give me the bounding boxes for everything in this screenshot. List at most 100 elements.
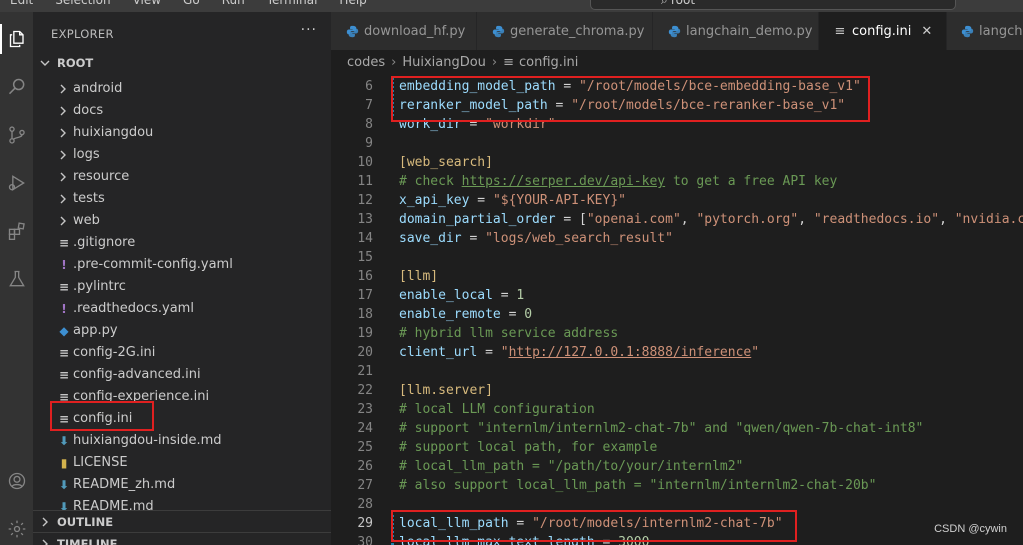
settings-file-icon: ≡: [58, 346, 70, 360]
menu-item-go[interactable]: Go: [183, 0, 200, 7]
tree-item-label: config-advanced.ini: [73, 367, 201, 382]
line-number: 6: [365, 79, 373, 94]
code-line: 14 save_dir = "logs/web_search_result": [331, 231, 1023, 250]
file-item[interactable]: ⬇ README_zh.md: [33, 474, 331, 496]
breadcrumb-item-huixiangdou[interactable]: HuixiangDou: [402, 55, 486, 70]
code-line: 9: [331, 136, 1023, 155]
yaml-file-icon: !: [61, 302, 67, 316]
tree-item-label: huixiangdou-inside.md: [73, 433, 222, 448]
tree-item-label: docs: [73, 103, 104, 118]
source-control-icon[interactable]: [0, 120, 33, 150]
code-text: [llm]: [399, 269, 438, 284]
file-item[interactable]: ≡ config-2G.ini: [33, 342, 331, 364]
code-token: # support local path, for example: [399, 440, 658, 455]
code-token: enable_remote: [399, 307, 501, 322]
folder-item[interactable]: resource: [33, 166, 331, 188]
folder-item[interactable]: tests: [33, 188, 331, 210]
file-item[interactable]: ◆ app.py: [33, 320, 331, 342]
tab-langchain-demo-py[interactable]: langchain_demo.py: [653, 12, 819, 50]
folder-item[interactable]: docs: [33, 100, 331, 122]
folder-item[interactable]: web: [33, 210, 331, 232]
line-number: 16: [357, 269, 373, 284]
highlight-box-llm-path: [391, 510, 797, 542]
menu-item-selection[interactable]: Selection: [55, 0, 110, 7]
tab-generate-chroma-py[interactable]: generate_chroma.py: [477, 12, 653, 50]
outline-section-header[interactable]: OUTLINE: [33, 510, 331, 532]
breadcrumb-item-config[interactable]: config.ini: [519, 55, 578, 70]
tree-item-label: .pylintrc: [73, 279, 126, 294]
tab-label: download_hf.py: [364, 23, 466, 39]
extensions-icon[interactable]: [0, 216, 33, 246]
timeline-section-header[interactable]: TIMELINE: [33, 532, 331, 545]
code-line: 25 # support local path, for example: [331, 440, 1023, 459]
chevron-right-icon: ›: [491, 54, 498, 70]
tab-config-ini[interactable]: ≡ config.ini ✕: [819, 12, 947, 50]
code-text: # support local path, for example: [399, 440, 657, 455]
chevron-right-icon: ›: [391, 54, 397, 70]
code-text: # local_llm_path = "/path/to/your/intern…: [399, 459, 743, 474]
breadcrumb: codes › HuixiangDou › ≡ config.ini: [331, 50, 1023, 74]
file-item[interactable]: ! .pre-commit-config.yaml: [33, 254, 331, 276]
breadcrumb-item-codes[interactable]: codes: [347, 55, 385, 70]
file-item[interactable]: ! .readthedocs.yaml: [33, 298, 331, 320]
tab-download-hf-py[interactable]: download_hf.py: [331, 12, 477, 50]
file-item[interactable]: ⬇ huixiangdou-inside.md: [33, 430, 331, 452]
menu-bar: Edit Selection View Go Run Terminal Help: [10, 0, 367, 7]
search-icon: ⌕: [661, 0, 668, 7]
chevron-right-icon: [60, 150, 66, 160]
code-token: 1: [516, 288, 525, 303]
menu-item-help[interactable]: Help: [339, 0, 366, 7]
folder-item[interactable]: android: [33, 78, 331, 100]
folder-item[interactable]: huixiangdou: [33, 122, 331, 144]
folder-item[interactable]: logs: [33, 144, 331, 166]
menu-item-run[interactable]: Run: [222, 0, 245, 7]
markdown-file-icon: ⬇: [58, 478, 70, 492]
line-number: 13: [357, 212, 373, 227]
code-line: 15: [331, 250, 1023, 269]
settings-gear-icon[interactable]: [0, 514, 33, 544]
code-line: 21: [331, 364, 1023, 383]
tree-item-label: resource: [73, 169, 130, 184]
more-actions-icon[interactable]: ···: [301, 22, 317, 38]
tab-label: langchain_demo.py: [686, 23, 813, 39]
python-icon: [345, 24, 359, 38]
command-center[interactable]: ⌕ root: [590, 0, 956, 10]
search-icon[interactable]: [0, 72, 33, 102]
file-item[interactable]: ≡ config-advanced.ini: [33, 364, 331, 386]
root-folder-header[interactable]: ROOT: [33, 53, 331, 73]
menu-item-terminal[interactable]: Terminal: [267, 0, 318, 7]
code-editor[interactable]: 6 embedding_model_path = "/root/models/bc…: [331, 74, 1023, 545]
tree-item-label: app.py: [73, 323, 118, 338]
menu-item-edit[interactable]: Edit: [10, 0, 33, 7]
file-item[interactable]: ≡ .pylintrc: [33, 276, 331, 298]
code-text: # hybrid llm service address: [399, 326, 618, 341]
code-token: ,: [680, 212, 697, 227]
code-text: # also support local_llm_path = "internl…: [399, 478, 876, 493]
file-item[interactable]: ▮ LICENSE: [33, 452, 331, 474]
code-line: 24 # support "internlm/internlm2-chat-7b"…: [331, 421, 1023, 440]
testing-flask-icon[interactable]: [0, 264, 33, 294]
command-center-text: root: [671, 0, 696, 7]
title-bar: Edit Selection View Go Run Terminal Help ⌕ roo…: [0, 0, 1023, 12]
code-token: "openai.com": [586, 212, 681, 227]
line-number: 21: [357, 364, 373, 379]
file-item[interactable]: ≡ .gitignore: [33, 232, 331, 254]
menu-item-view[interactable]: View: [133, 0, 161, 7]
code-token: "readthedocs.io": [813, 212, 940, 227]
tab-langcha[interactable]: langcha: [947, 12, 1023, 50]
files-icon[interactable]: [0, 24, 33, 54]
explorer-sidebar: EXPLORER ··· ROOT android docs huixiangdou…: [33, 12, 331, 545]
code-token: # local LLM configuration: [399, 402, 595, 417]
python-file-icon: ◆: [59, 324, 69, 338]
code-token: # also support local_llm_path = "internl…: [399, 478, 877, 493]
code-line: 13 domain_partial_order = ["openai.com", …: [331, 212, 1023, 231]
run-debug-icon[interactable]: [0, 168, 33, 198]
close-icon[interactable]: ✕: [921, 24, 932, 39]
code-token: ": [500, 345, 509, 360]
tree-item-label: web: [73, 213, 100, 228]
tree-item-label: android: [73, 81, 123, 96]
tree-item-label: config-2G.ini: [73, 345, 156, 360]
account-icon[interactable]: [0, 466, 33, 496]
code-line: 10 [web_search]: [331, 155, 1023, 174]
code-line: 23 # local LLM configuration: [331, 402, 1023, 421]
